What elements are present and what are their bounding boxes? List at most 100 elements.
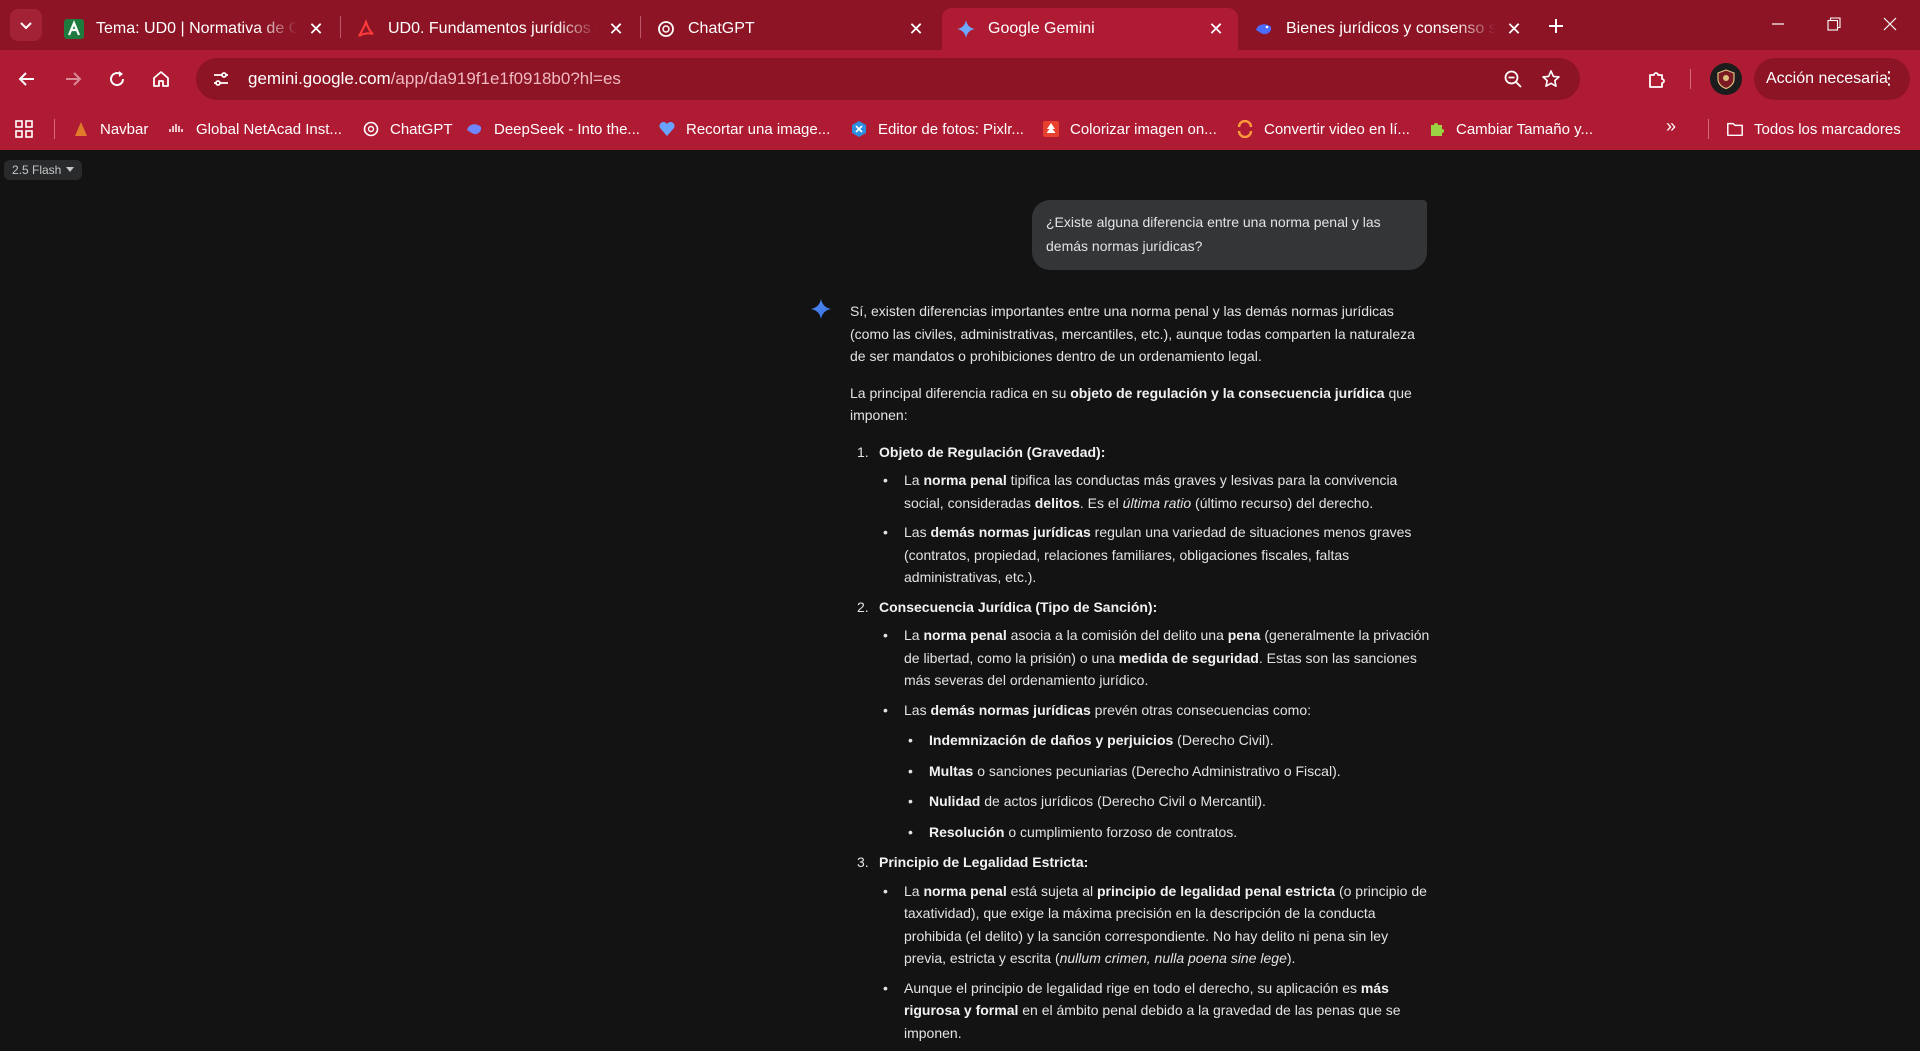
model-label: 2.5 Flash: [12, 163, 62, 177]
bookmark-label: Colorizar imagen on...: [1070, 120, 1217, 138]
close-icon[interactable]: ✕: [1504, 19, 1524, 39]
apps-grid-icon[interactable]: [12, 117, 36, 141]
bold-run: principio de legalidad penal estricta: [1097, 882, 1336, 899]
tab-pdf[interactable]: UD0. Fundamentos jurídicos de ✕: [342, 8, 638, 50]
nested-sub-list: Indemnización de daños y perjuicios (Der…: [904, 729, 1430, 843]
restore-button[interactable]: [1812, 8, 1856, 40]
list-item: Las demás normas jurídicas prevén otras …: [879, 699, 1430, 844]
bold-run: pena: [1227, 627, 1261, 643]
chevron-down-icon: [20, 22, 32, 30]
gemini-spark-icon: [810, 298, 832, 320]
new-tab-button[interactable]: [1542, 12, 1570, 40]
close-icon[interactable]: ✕: [906, 19, 926, 39]
all-bookmarks-folder[interactable]: Todos los marcadores: [1726, 116, 1901, 142]
openai-icon: [656, 19, 676, 39]
home-icon: [153, 71, 169, 87]
section-heading: Principio de Legalidad Estricta:: [879, 854, 1089, 870]
bookmarks-divider: [1708, 119, 1709, 139]
moodle-a-icon: [64, 19, 84, 39]
list-number: 1.: [857, 443, 869, 460]
bookmark-label: Convertir video en lí...: [1264, 120, 1410, 138]
back-button[interactable]: [10, 62, 44, 96]
tab-title: UD0. Fundamentos jurídicos de: [388, 20, 598, 37]
bold-run: norma penal: [923, 627, 1007, 643]
tab-title: ChatGPT: [688, 20, 755, 37]
tab-gemini[interactable]: Google Gemini ✕: [942, 8, 1238, 50]
user-prompt-bubble: ¿Existe alguna diferencia entre una norm…: [1032, 200, 1427, 270]
caret-down-icon: [66, 167, 75, 172]
text-run: La: [904, 472, 924, 488]
gemini-icon: [956, 19, 976, 39]
plus-icon: [1549, 19, 1563, 33]
toolbar-divider: [1690, 69, 1691, 89]
sub-list: La norma penal asocia a la comisión del …: [879, 624, 1430, 843]
tab-search-button[interactable]: [10, 9, 42, 41]
close-window-button[interactable]: [1868, 8, 1912, 40]
home-button[interactable]: [144, 62, 178, 96]
deepseek-icon: [466, 120, 484, 138]
profile-avatar[interactable]: [1710, 63, 1742, 95]
zoom-out-icon[interactable]: [1498, 64, 1528, 94]
bold-run: Indemnización de daños y perjuicios: [929, 732, 1174, 748]
folder-icon: [1726, 120, 1744, 138]
bold-run: Multas: [929, 762, 974, 779]
list-number: 3.: [857, 854, 869, 870]
more-bookmarks-chevron-icon[interactable]: »: [1666, 116, 1676, 137]
address-bar[interactable]: gemini.google.com/app/da919f1e1f0918b0?h…: [196, 58, 1580, 100]
tab-deepseek[interactable]: Bienes jurídicos y consenso social ✕: [1240, 8, 1536, 50]
bookmark-pixlr[interactable]: Editor de fotos: Pixlr...: [850, 116, 1024, 142]
bookmark-label: Editor de fotos: Pixlr...: [878, 120, 1024, 138]
bookmark-label: Global NetAcad Inst...: [196, 120, 342, 138]
minimize-button[interactable]: [1756, 8, 1800, 40]
restore-icon: [1827, 17, 1841, 31]
bookmark-recortar[interactable]: Recortar una image...: [658, 116, 830, 142]
model-selector[interactable]: 2.5 Flash: [4, 160, 83, 180]
reload-button[interactable]: [100, 62, 134, 96]
bold-run: norma penal: [923, 882, 1007, 899]
bold-run: demás normas jurídicas: [930, 701, 1091, 718]
extensions-button[interactable]: [1640, 62, 1674, 96]
convert-icon: [1236, 120, 1254, 138]
site-info-icon[interactable]: [206, 64, 236, 94]
text-run: o cumplimiento forzoso de contratos.: [1004, 823, 1238, 840]
tab-chatgpt[interactable]: ChatGPT ✕: [642, 8, 938, 50]
bookmark-colorizar[interactable]: Colorizar imagen on...: [1042, 116, 1217, 142]
action-required-label: Acción necesaria: [1766, 70, 1888, 87]
close-icon[interactable]: ✕: [1206, 19, 1226, 39]
more-vert-icon[interactable]: ⋮: [1880, 68, 1898, 88]
bookmark-navbar[interactable]: Navbar: [72, 116, 148, 142]
tab-moodle[interactable]: Tema: UD0 | Normativa de Ciberseguridad …: [50, 8, 338, 50]
bookmark-cambiar[interactable]: Cambiar Tamaño y...: [1428, 116, 1593, 142]
bold-run: objeto de regulación y la consecuencia j…: [1070, 384, 1385, 401]
pdf-icon: [356, 19, 376, 39]
url-host: gemini.google.com: [248, 69, 391, 88]
text-run: ).: [1286, 950, 1296, 966]
arrow-left-icon: [18, 72, 34, 86]
bookmark-label: Navbar: [100, 120, 149, 138]
text-run: de actos jurídicos (Derecho Civil o Merc…: [980, 793, 1266, 809]
bookmark-netacad[interactable]: Global NetAcad Inst...: [168, 116, 342, 142]
list-item: Nulidad de actos jurídicos (Derecho Civi…: [904, 790, 1430, 813]
bookmark-star-icon[interactable]: [1536, 64, 1566, 94]
url-text: gemini.google.com/app/da919f1e1f0918b0?h…: [248, 69, 621, 89]
bookmark-label: Recortar una image...: [686, 120, 831, 138]
list-item: 3. Principio de Legalidad Estricta: La n…: [850, 851, 1430, 1044]
close-icon[interactable]: ✕: [306, 19, 326, 39]
list-item: La norma penal tipifica las conductas má…: [879, 469, 1430, 514]
bookmark-convertir[interactable]: Convertir video en lí...: [1236, 116, 1410, 142]
tab-divider: [340, 16, 341, 38]
differences-list: 1. Objeto de Regulación (Gravedad): La n…: [850, 441, 1430, 1045]
gemini-page: 2.5 Flash ¿Existe alguna diferencia entr…: [0, 150, 1920, 1041]
list-item: Indemnización de daños y perjuicios (Der…: [904, 729, 1430, 752]
browser-toolbar: gemini.google.com/app/da919f1e1f0918b0?h…: [0, 50, 1920, 108]
bold-run: Nulidad: [929, 793, 981, 809]
action-required-button[interactable]: Acción necesaria ⋮: [1754, 58, 1910, 100]
bookmark-chatgpt[interactable]: ChatGPT: [362, 116, 453, 142]
bookmark-deepseek[interactable]: DeepSeek - Into the...: [466, 116, 640, 142]
close-icon[interactable]: ✕: [606, 19, 626, 39]
text-run: Las: [904, 701, 931, 718]
forward-button[interactable]: [56, 62, 90, 96]
section-heading: Consecuencia Jurídica (Tipo de Sanción):: [879, 598, 1158, 615]
close-icon: [1883, 17, 1897, 31]
bold-run: delitos: [1034, 494, 1080, 511]
